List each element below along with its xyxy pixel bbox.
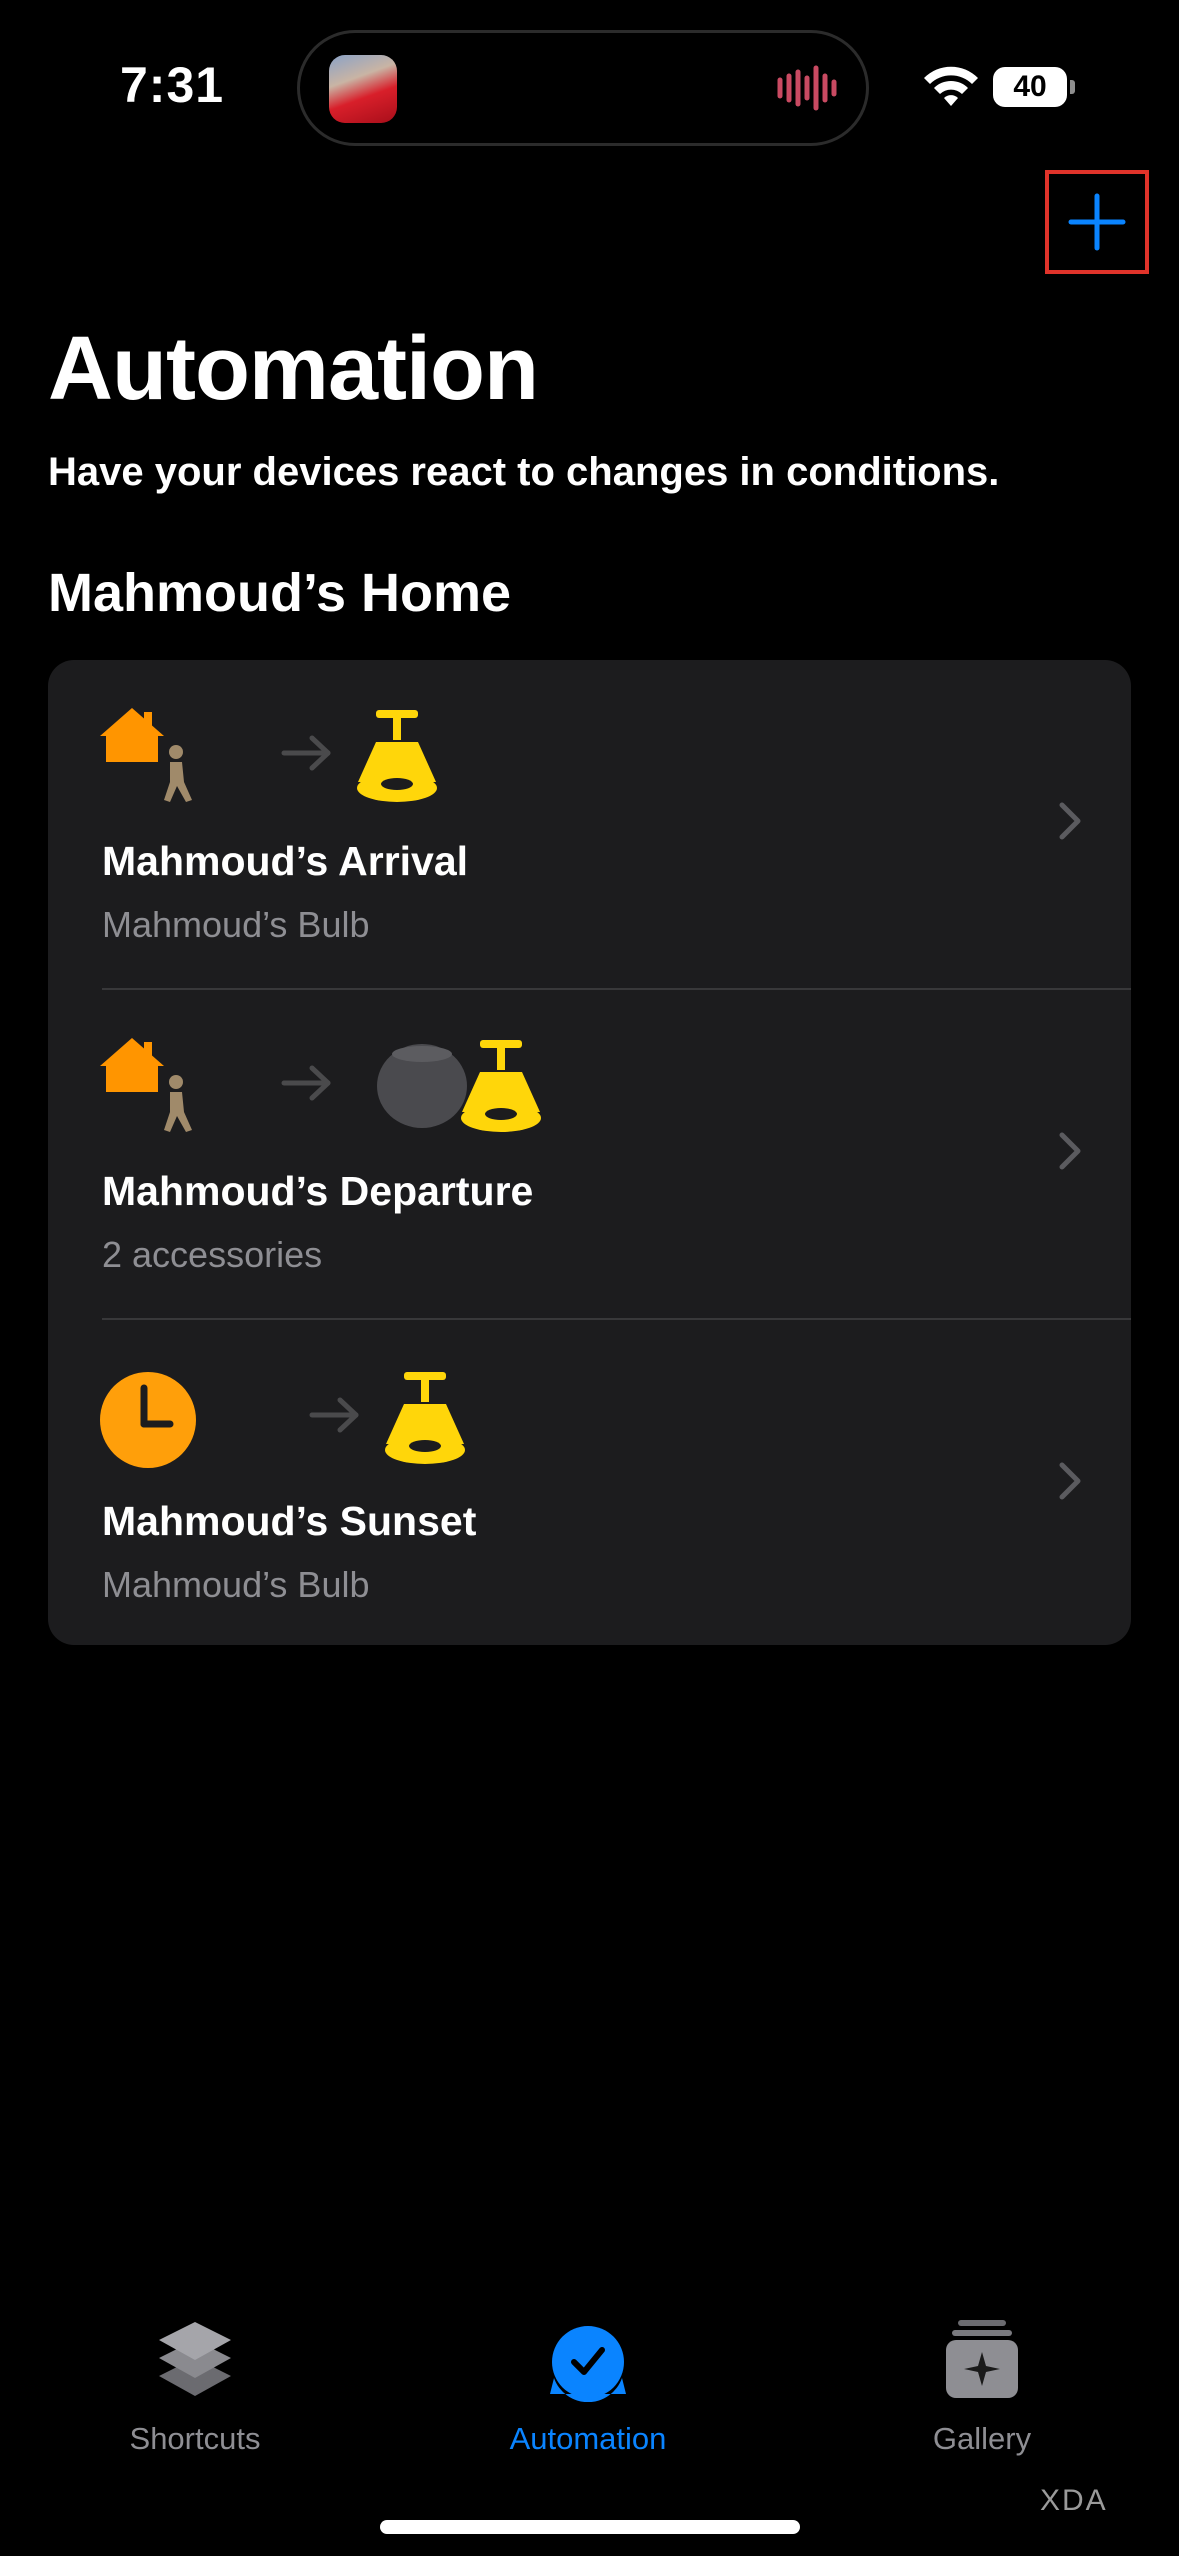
page-subtitle: Have your devices react to changes in co…: [48, 450, 1000, 494]
add-automation-button[interactable]: [1045, 170, 1149, 274]
watermark-logo: XDA: [1040, 2484, 1108, 2517]
checkmark-circle-icon: [550, 2326, 626, 2403]
tab-gallery[interactable]: Gallery: [852, 2318, 1112, 2457]
wifi-icon: [924, 66, 978, 106]
automation-name: Mahmoud’s Arrival: [102, 838, 469, 884]
ceiling-lamp-icon: [357, 710, 437, 802]
home-section-title: Mahmoud’s Home: [48, 563, 512, 623]
clock-icon: [100, 1372, 196, 1468]
chevron-right-icon: [1059, 802, 1081, 840]
arrow-icon: [281, 1065, 331, 1101]
battery-tip: [1070, 80, 1075, 94]
automations-list: Mahmoud’s Arrival Mahmoud’s Bulb Mahmoud…: [48, 660, 1131, 1645]
automation-name: Mahmoud’s Departure: [102, 1168, 534, 1214]
battery-indicator: 40: [993, 67, 1067, 107]
home-person-icon: [100, 708, 192, 802]
ceiling-lamp-icon: [385, 1372, 465, 1464]
page-title: Automation: [48, 319, 539, 419]
plus-icon: [1068, 193, 1126, 251]
automation-name: Mahmoud’s Sunset: [102, 1498, 477, 1544]
chevron-right-icon: [1059, 1462, 1081, 1500]
arrow-icon: [281, 735, 331, 771]
home-indicator[interactable]: [380, 2520, 800, 2534]
audio-waveform-icon: [777, 65, 837, 111]
automation-icons: [100, 1038, 541, 1132]
tab-shortcuts[interactable]: Shortcuts: [65, 2318, 325, 2457]
gallery-sparkle-icon: [946, 2320, 1018, 2398]
automation-detail: Mahmoud’s Bulb: [102, 1564, 370, 1605]
arrow-icon: [309, 1397, 359, 1433]
automation-row-arrival[interactable]: Mahmoud’s Arrival Mahmoud’s Bulb: [48, 660, 1131, 989]
homepod-mini-icon: [377, 1044, 467, 1128]
tab-label: Shortcuts: [129, 2421, 261, 2456]
home-person-icon: [100, 1038, 192, 1132]
stack-icon: [159, 2322, 231, 2396]
status-time: 7:31: [120, 57, 225, 113]
tab-label: Gallery: [932, 2421, 1032, 2456]
automation-icons: [100, 1372, 465, 1468]
automation-row-departure[interactable]: Mahmoud’s Departure 2 accessories: [48, 990, 1131, 1319]
automation-row-sunset[interactable]: Mahmoud’s Sunset Mahmoud’s Bulb: [48, 1320, 1131, 1645]
automation-detail: 2 accessories: [102, 1234, 323, 1275]
automation-detail: Mahmoud’s Bulb: [102, 904, 370, 945]
chevron-right-icon: [1059, 1132, 1081, 1170]
ceiling-lamp-icon: [461, 1040, 541, 1132]
tab-automation[interactable]: Automation: [458, 2318, 718, 2457]
tab-label: Automation: [509, 2421, 667, 2456]
automation-icons: [100, 708, 437, 802]
now-playing-artwork[interactable]: [329, 55, 397, 123]
